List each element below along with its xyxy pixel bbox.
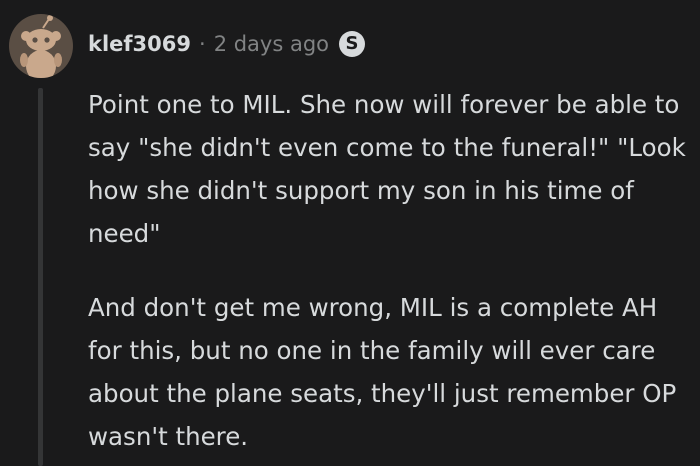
comment-paragraph: Point one to MIL. She now will forever b… <box>88 90 686 248</box>
comment: klef3069 · 2 days ago S Point one to MIL… <box>0 0 700 466</box>
meta-separator: · <box>199 32 206 56</box>
author-username[interactable]: klef3069 <box>88 32 191 56</box>
comment-timestamp[interactable]: 2 days ago <box>214 32 329 56</box>
snoo-badge-icon: S <box>339 31 366 57</box>
comment-paragraph: And don't get me wrong, MIL is a complet… <box>88 293 677 451</box>
snoo-avatar-icon <box>20 15 62 78</box>
user-avatar[interactable] <box>9 14 73 78</box>
thread-collapse-line[interactable] <box>38 88 43 466</box>
comment-body: Point one to MIL. She now will forever b… <box>88 83 694 458</box>
comment-meta: klef3069 · 2 days ago S <box>88 27 366 61</box>
